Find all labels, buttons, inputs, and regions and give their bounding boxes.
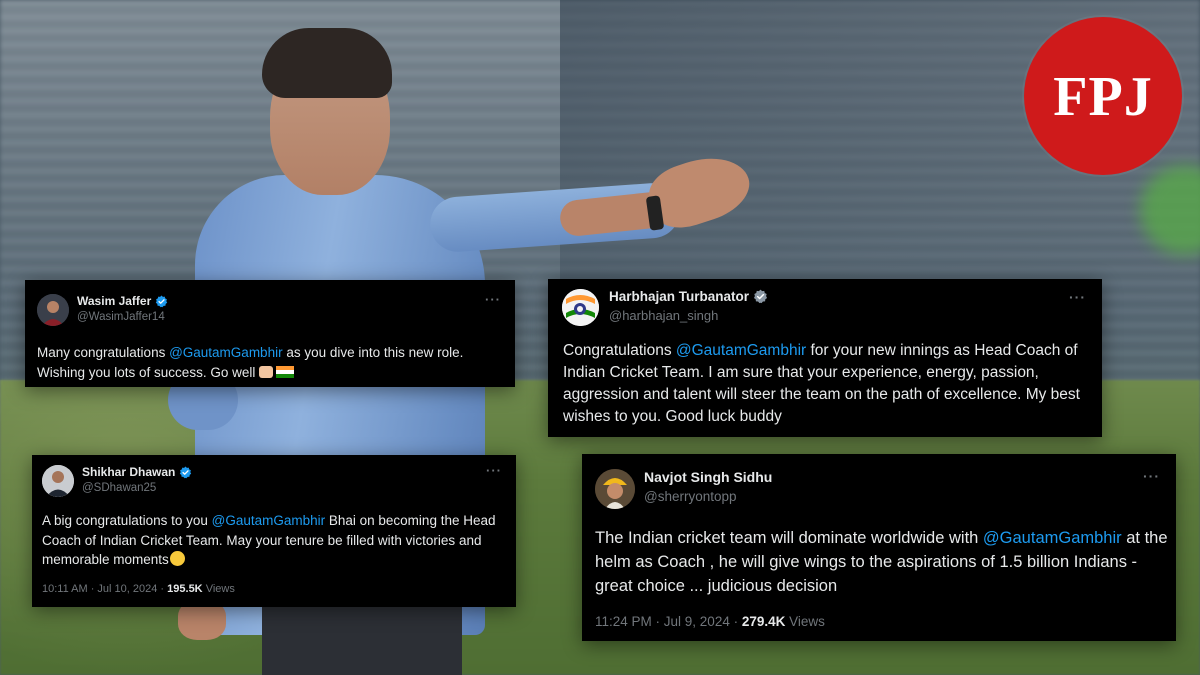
author-name[interactable]: Harbhajan Turbanator — [609, 289, 749, 304]
views-count: 195.5K — [167, 583, 203, 595]
more-options-icon[interactable]: ··· — [1069, 289, 1086, 305]
mention-link[interactable]: @GautamGambhir — [676, 342, 806, 359]
author-info: Harbhajan Turbanator @harbhajan_singh — [609, 289, 768, 323]
logo-text: FPJ — [1053, 66, 1153, 128]
tweet-meta: 10:11 AM · Jul 10, 2024 · 195.5K Views — [42, 583, 235, 595]
tweet-text-start: The Indian cricket team will dominate wo… — [595, 529, 983, 547]
hugging-face-icon — [169, 551, 185, 566]
more-options-icon[interactable]: ··· — [486, 463, 502, 478]
tweet-text: Many congratulations @GautamGambhir as y… — [37, 343, 507, 382]
tweet-text: The Indian cricket team will dominate wo… — [595, 526, 1170, 598]
views-count: 279.4K — [741, 614, 786, 629]
verified-badge-icon — [753, 289, 768, 304]
tweet-header: Wasim Jaffer @WasimJaffer14 — [37, 294, 168, 326]
india-flag-icon — [276, 365, 295, 378]
author-info: Wasim Jaffer @WasimJaffer14 — [77, 294, 168, 323]
tweet-text-start: Congratulations — [563, 342, 676, 359]
tweet-header: Shikhar Dhawan @SDhawan25 — [42, 465, 192, 497]
timestamp[interactable]: 11:24 PM · Jul 9, 2024 · — [595, 614, 742, 629]
avatar-image-icon — [42, 465, 74, 497]
author-name[interactable]: Shikhar Dhawan — [82, 465, 175, 479]
author-info: Shikhar Dhawan @SDhawan25 — [82, 465, 192, 494]
author-handle[interactable]: @sherryontopp — [644, 489, 772, 504]
tweet-meta: 11:24 PM · Jul 9, 2024 · 279.4K Views — [595, 614, 825, 629]
hair — [262, 28, 392, 98]
more-options-icon[interactable]: ··· — [485, 292, 501, 307]
timestamp[interactable]: 10:11 AM · Jul 10, 2024 · — [42, 583, 167, 595]
mention-link[interactable]: @GautamGambhir — [169, 345, 283, 360]
more-options-icon[interactable]: ··· — [1143, 468, 1160, 484]
verified-badge-icon — [156, 295, 168, 307]
author-handle[interactable]: @SDhawan25 — [82, 482, 192, 494]
tweet-header: Harbhajan Turbanator @harbhajan_singh — [562, 289, 768, 326]
fpj-logo: FPJ — [1024, 17, 1182, 175]
author-name[interactable]: Navjot Singh Sidhu — [644, 469, 772, 485]
tweet-card-navjot-sidhu[interactable]: Navjot Singh Sidhu @sherryontopp ··· The… — [582, 454, 1176, 641]
avatar[interactable] — [595, 469, 635, 509]
mention-link[interactable]: @GautamGambhir — [983, 529, 1122, 547]
tweet-text-start: Many congratulations — [37, 345, 170, 360]
avatar[interactable] — [42, 465, 74, 497]
mention-link[interactable]: @GautamGambhir — [212, 513, 326, 528]
author-handle[interactable]: @harbhajan_singh — [609, 308, 768, 323]
trousers — [262, 600, 462, 675]
avatar-image-icon — [37, 294, 69, 326]
tweet-card-harbhajan[interactable]: Harbhajan Turbanator @harbhajan_singh ··… — [548, 279, 1102, 437]
name-row: Shikhar Dhawan — [82, 465, 192, 479]
verified-badge-icon — [180, 466, 192, 478]
views-label: Views — [202, 583, 235, 595]
tweet-card-shikhar-dhawan[interactable]: Shikhar Dhawan @SDhawan25 ··· A big cong… — [32, 455, 516, 607]
tweet-header: Navjot Singh Sidhu @sherryontopp — [595, 469, 772, 509]
author-info: Navjot Singh Sidhu @sherryontopp — [644, 469, 772, 504]
avatar-image-icon — [595, 469, 635, 509]
tweet-card-wasim-jaffer[interactable]: Wasim Jaffer @WasimJaffer14 ··· Many con… — [25, 280, 515, 387]
name-row: Harbhajan Turbanator — [609, 289, 768, 304]
name-row: Wasim Jaffer — [77, 294, 168, 308]
fist-bump-icon — [259, 365, 274, 378]
author-handle[interactable]: @WasimJaffer14 — [77, 311, 168, 323]
avatar[interactable] — [562, 289, 599, 326]
author-name[interactable]: Wasim Jaffer — [77, 294, 151, 308]
tweet-text-start: A big congratulations to you — [42, 513, 212, 528]
avatar-image-icon — [562, 289, 599, 326]
tweet-text: Congratulations @GautamGambhir for your … — [563, 340, 1098, 428]
views-label: Views — [785, 614, 825, 629]
avatar[interactable] — [37, 294, 69, 326]
name-row: Navjot Singh Sidhu — [644, 469, 772, 485]
tweet-text: A big congratulations to you @GautamGamb… — [42, 511, 512, 570]
